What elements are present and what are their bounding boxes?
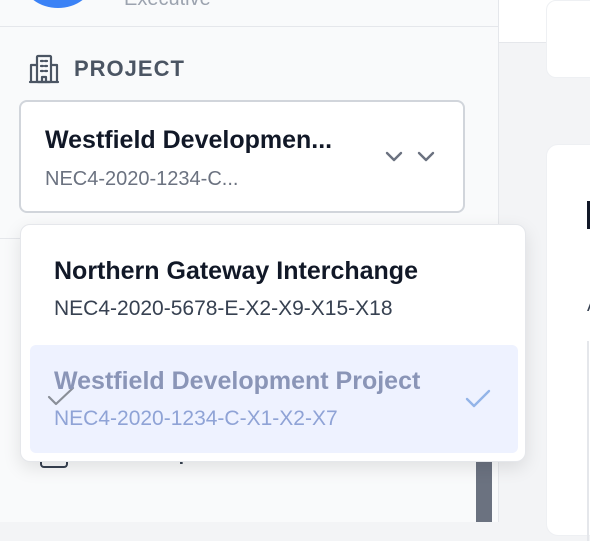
card-divider	[587, 341, 589, 541]
user-role: Executive	[124, 0, 211, 11]
section-title: PROJECT	[74, 56, 185, 81]
chevron-down-icon	[417, 151, 435, 162]
selected-project-code: NEC4-2020-1234-C...	[45, 168, 239, 190]
option-code: NEC4-2020-5678-E-X2-X9-X15-X18	[54, 297, 393, 320]
user-header: Executive	[0, 0, 498, 27]
content-card: A	[546, 144, 590, 541]
selected-project-name: Westfield Developmen...	[45, 126, 333, 154]
dropdown-option-selected[interactable]: Westfield Development Project NEC4-2020-…	[30, 345, 518, 453]
project-dropdown: Northern Gateway Interchange NEC4-2020-5…	[20, 224, 526, 462]
option-name: Northern Gateway Interchange	[54, 257, 418, 285]
dropdown-option[interactable]: Northern Gateway Interchange NEC4-2020-5…	[30, 235, 518, 343]
building-icon	[28, 54, 60, 84]
project-section-header: PROJECT	[28, 52, 185, 86]
selector-chevrons	[383, 148, 437, 164]
option-name: Westfield Development Project	[54, 367, 421, 395]
option-code: NEC4-2020-1234-C-X1-X2-X7	[54, 407, 338, 430]
project-selector[interactable]: Westfield Developmen... NEC4-2020-1234-C…	[19, 100, 465, 213]
avatar[interactable]	[24, 0, 92, 8]
summary-card	[546, 0, 590, 78]
chevron-down-icon	[385, 151, 403, 162]
check-icon	[465, 389, 491, 408]
